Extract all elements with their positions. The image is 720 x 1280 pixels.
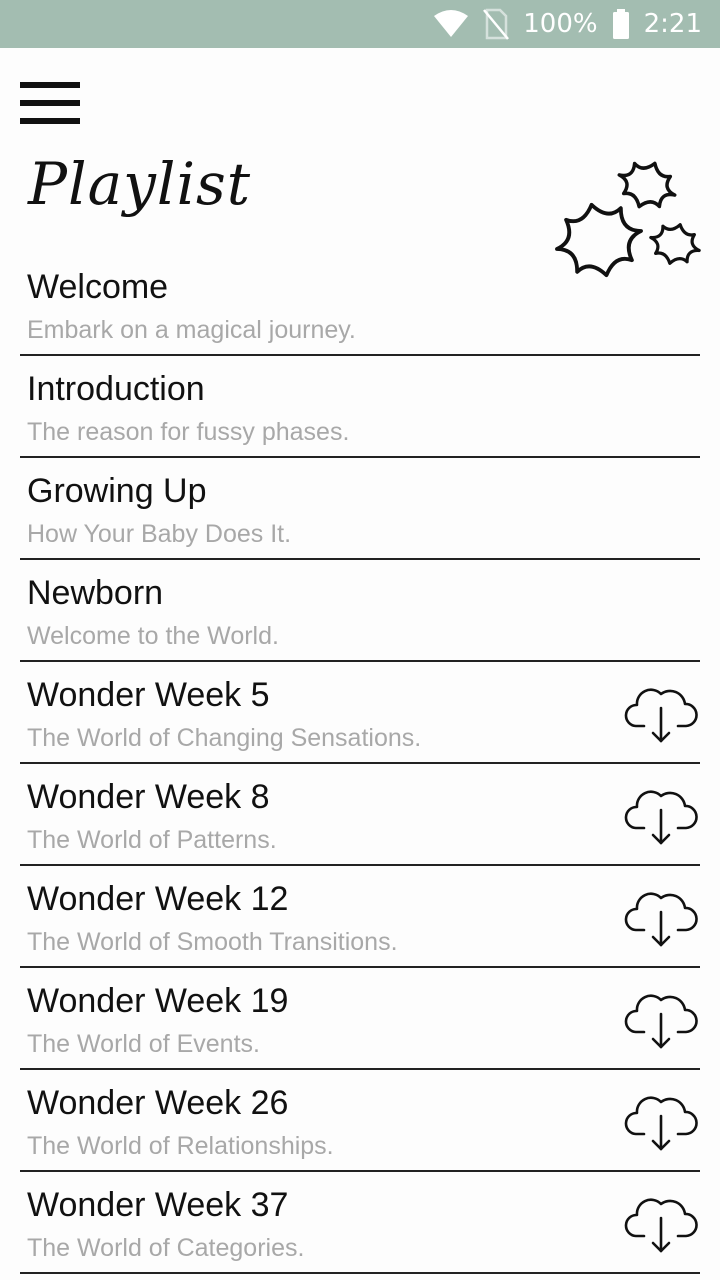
page-title: Playlist [28, 150, 252, 218]
playlist-item[interactable]: Wonder Week 5 The World of Changing Sensa… [20, 662, 700, 764]
playlist-item-title: Wonder Week 37 [27, 1186, 289, 1224]
playlist-item[interactable]: Newborn Welcome to the World. [20, 560, 700, 662]
playlist-item[interactable]: Wonder Week 8 The World of Patterns. [20, 764, 700, 866]
playlist-item-subtitle: Welcome to the World. [27, 622, 279, 650]
playlist-item-title: Wonder Week 26 [27, 1084, 289, 1122]
battery-percent: 100% [523, 9, 598, 39]
wifi-icon [434, 10, 469, 37]
no-sim-icon [483, 8, 510, 40]
cloud-download-icon[interactable] [624, 986, 698, 1050]
cloud-download-icon[interactable] [624, 680, 698, 744]
playlist-item-subtitle: The reason for fussy phases. [27, 418, 350, 446]
playlist-item-subtitle: The World of Changing Sensations. [27, 724, 422, 752]
playlist-item-subtitle: The World of Categories. [27, 1234, 305, 1262]
playlist-item-title: Newborn [27, 574, 164, 612]
playlist-item-title: Introduction [27, 370, 205, 408]
playlist-item[interactable]: Growing Up How Your Baby Does It. [20, 458, 700, 560]
cloud-download-icon[interactable] [624, 782, 698, 846]
playlist-item[interactable]: Welcome Embark on a magical journey. [20, 254, 700, 356]
playlist-item-subtitle: The World of Events. [27, 1030, 260, 1058]
playlist-item[interactable]: Wonder Week 19 The World of Events. [20, 968, 700, 1070]
battery-icon [612, 9, 629, 39]
playlist-item[interactable]: Wonder Week 12 The World of Smooth Transi… [20, 866, 700, 968]
playlist-item-subtitle: How Your Baby Does It. [27, 520, 292, 548]
playlist-item[interactable]: Wonder Week 37 The World of Categories. [20, 1172, 700, 1274]
playlist-item[interactable]: Introduction The reason for fussy phases. [20, 356, 700, 458]
playlist-item-title: Wonder Week 19 [27, 982, 289, 1020]
playlist-item-subtitle: The World of Patterns. [27, 826, 277, 854]
cloud-download-icon[interactable] [624, 884, 698, 948]
playlist-item-title: Wonder Week 8 [27, 778, 270, 816]
playlist-item-title: Wonder Week 5 [27, 676, 270, 714]
playlist-item-subtitle: The World of Relationships. [27, 1132, 334, 1160]
playlist-item-title: Wonder Week 12 [27, 880, 289, 918]
playlist-list: Welcome Embark on a magical journey. Intro… [20, 254, 700, 1274]
status-time: 2:21 [643, 9, 702, 39]
playlist-item-subtitle: The World of Smooth Transitions. [27, 928, 398, 956]
playlist-item-title: Growing Up [27, 472, 207, 510]
playlist-item-subtitle: Embark on a magical journey. [27, 316, 356, 344]
cloud-download-icon[interactable] [624, 1088, 698, 1152]
cloud-download-icon[interactable] [624, 1190, 698, 1254]
playlist-item[interactable]: Wonder Week 26 The World of Relationships… [20, 1070, 700, 1172]
playlist-item-title: Welcome [27, 268, 169, 306]
hamburger-menu-icon[interactable] [20, 82, 82, 126]
status-bar: 100% 2:21 [0, 0, 720, 48]
